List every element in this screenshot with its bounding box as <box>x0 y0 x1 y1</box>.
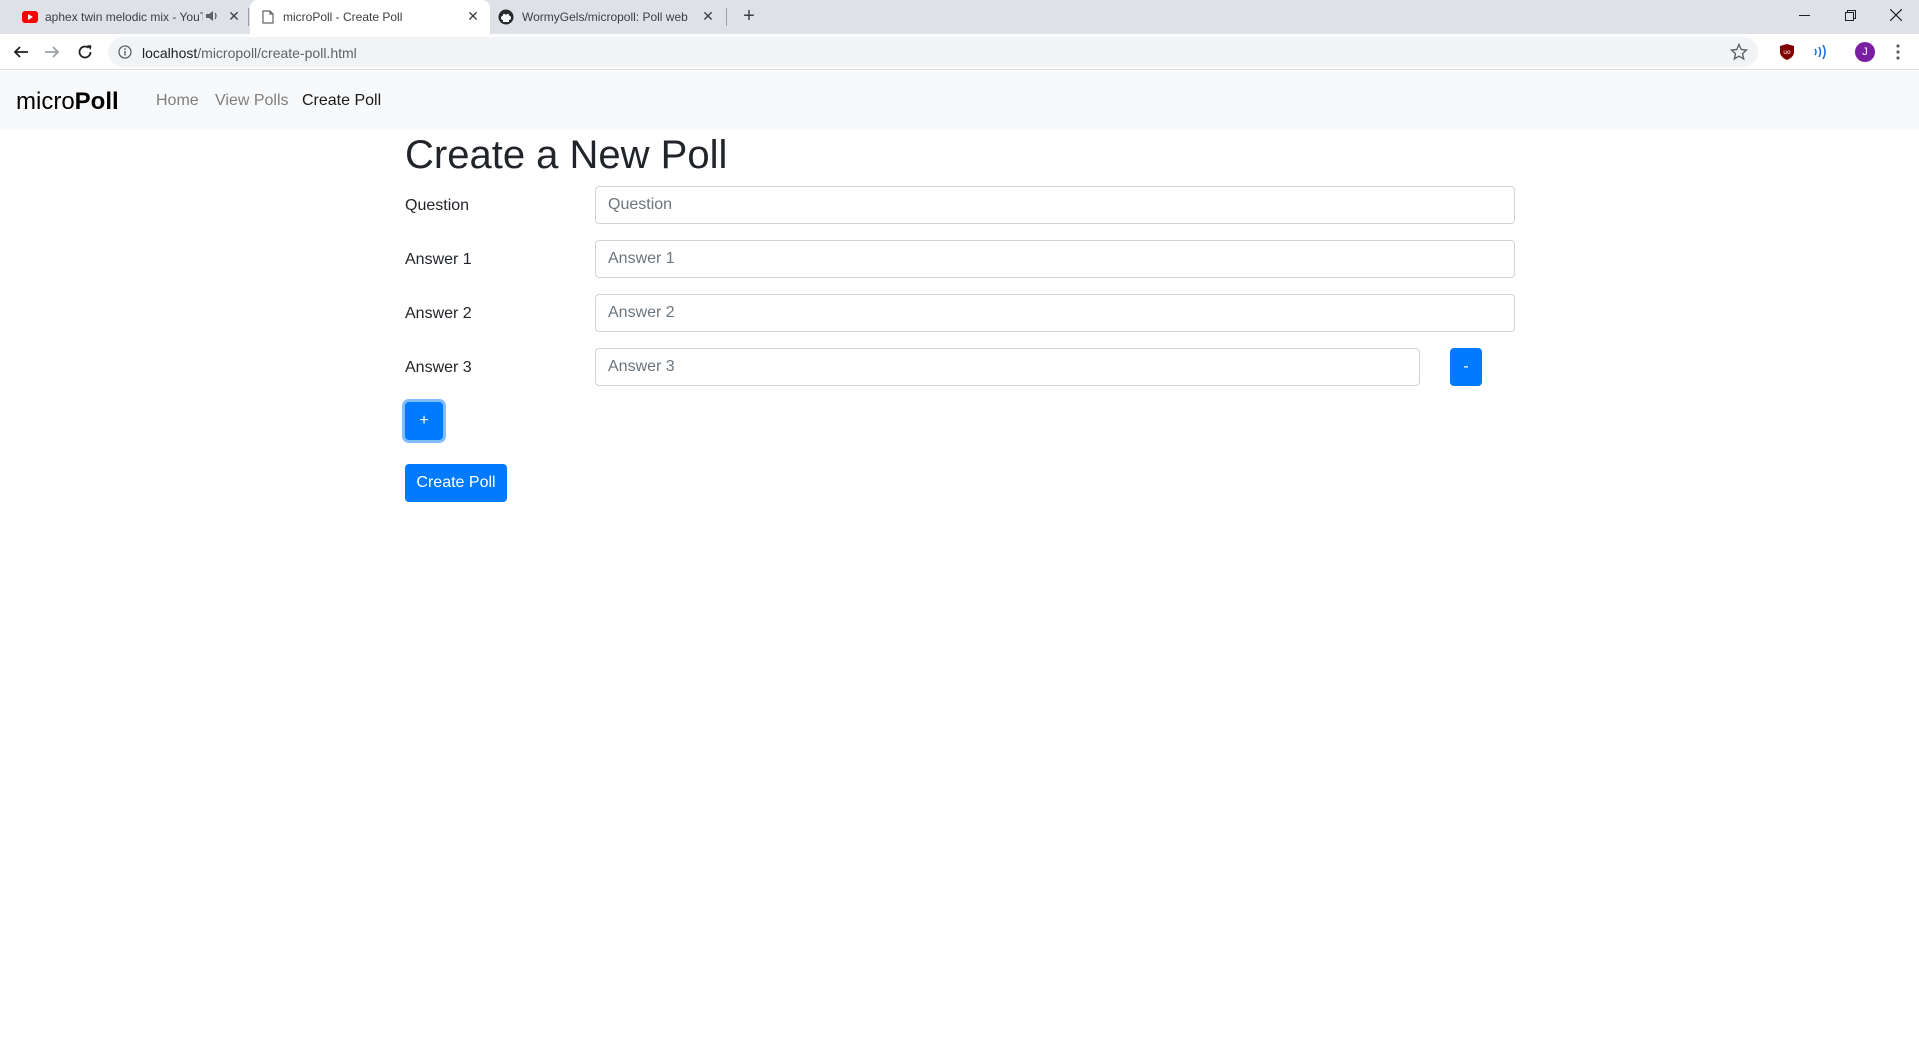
nav-link-create-poll[interactable]: Create Poll <box>302 91 381 111</box>
bookmark-star-icon[interactable] <box>1730 43 1748 61</box>
new-tab-button[interactable]: + <box>738 6 760 28</box>
github-icon <box>498 9 514 25</box>
browser-tab-youtube[interactable]: aphex twin melodic mix - YouTube ✕ <box>8 0 248 34</box>
ublock-icon[interactable]: uo <box>1778 43 1796 61</box>
browser-menu-icon[interactable] <box>1888 42 1908 62</box>
nav-link-view-polls[interactable]: View Polls <box>215 91 289 111</box>
close-tab-icon[interactable]: ✕ <box>226 8 242 24</box>
page-icon <box>262 10 274 24</box>
nav-link-home[interactable]: Home <box>156 91 199 111</box>
page-title: Create a New Poll <box>405 133 728 177</box>
minimize-icon[interactable] <box>1781 0 1827 30</box>
answer-2-label: Answer 2 <box>405 305 472 322</box>
extension-wave-icon[interactable] <box>1810 43 1828 61</box>
tab-separator <box>248 8 249 26</box>
brand-logo[interactable]: microPoll <box>16 88 119 116</box>
question-input[interactable] <box>595 186 1515 224</box>
answer-1-label: Answer 1 <box>405 251 472 268</box>
answer-3-input[interactable] <box>595 348 1420 386</box>
tab-separator <box>726 8 727 26</box>
browser-tab-strip: aphex twin melodic mix - YouTube ✕ micro… <box>0 0 1919 34</box>
answer-2-input[interactable] <box>595 294 1515 332</box>
add-answer-button[interactable]: + <box>405 402 443 440</box>
site-navbar: microPoll Home View Polls Create Poll <box>0 71 1919 129</box>
profile-avatar[interactable]: J <box>1855 42 1875 62</box>
youtube-icon <box>22 11 38 23</box>
browser-tab-github[interactable]: WormyGels/micropoll: Poll website ✕ <box>490 0 725 34</box>
back-icon[interactable] <box>9 40 33 64</box>
close-window-icon[interactable] <box>1873 0 1919 30</box>
info-icon[interactable] <box>118 45 132 59</box>
address-bar[interactable]: localhost/micropoll/create-poll.html <box>108 37 1758 67</box>
reload-icon[interactable] <box>73 40 97 64</box>
tab-title: aphex twin melodic mix - YouTube <box>45 10 203 24</box>
create-poll-button[interactable]: Create Poll <box>405 464 507 502</box>
url-text: localhost/micropoll/create-poll.html <box>142 45 357 61</box>
close-tab-icon[interactable]: ✕ <box>700 8 716 24</box>
answer-1-input[interactable] <box>595 240 1515 278</box>
tab-title: WormyGels/micropoll: Poll website <box>522 10 688 24</box>
answer-3-label: Answer 3 <box>405 359 472 376</box>
forward-icon[interactable] <box>40 40 64 64</box>
speaker-icon[interactable] <box>205 9 219 23</box>
remove-answer-button[interactable]: - <box>1450 348 1482 386</box>
tab-title: microPoll - Create Poll <box>283 10 403 24</box>
close-tab-icon[interactable]: ✕ <box>465 8 481 24</box>
svg-text:uo: uo <box>1783 49 1791 56</box>
browser-toolbar: localhost/micropoll/create-poll.html uo … <box>0 34 1919 70</box>
browser-tab-micropoll[interactable]: microPoll - Create Poll ✕ <box>250 0 490 34</box>
question-label: Question <box>405 197 470 214</box>
restore-icon[interactable] <box>1827 0 1873 30</box>
